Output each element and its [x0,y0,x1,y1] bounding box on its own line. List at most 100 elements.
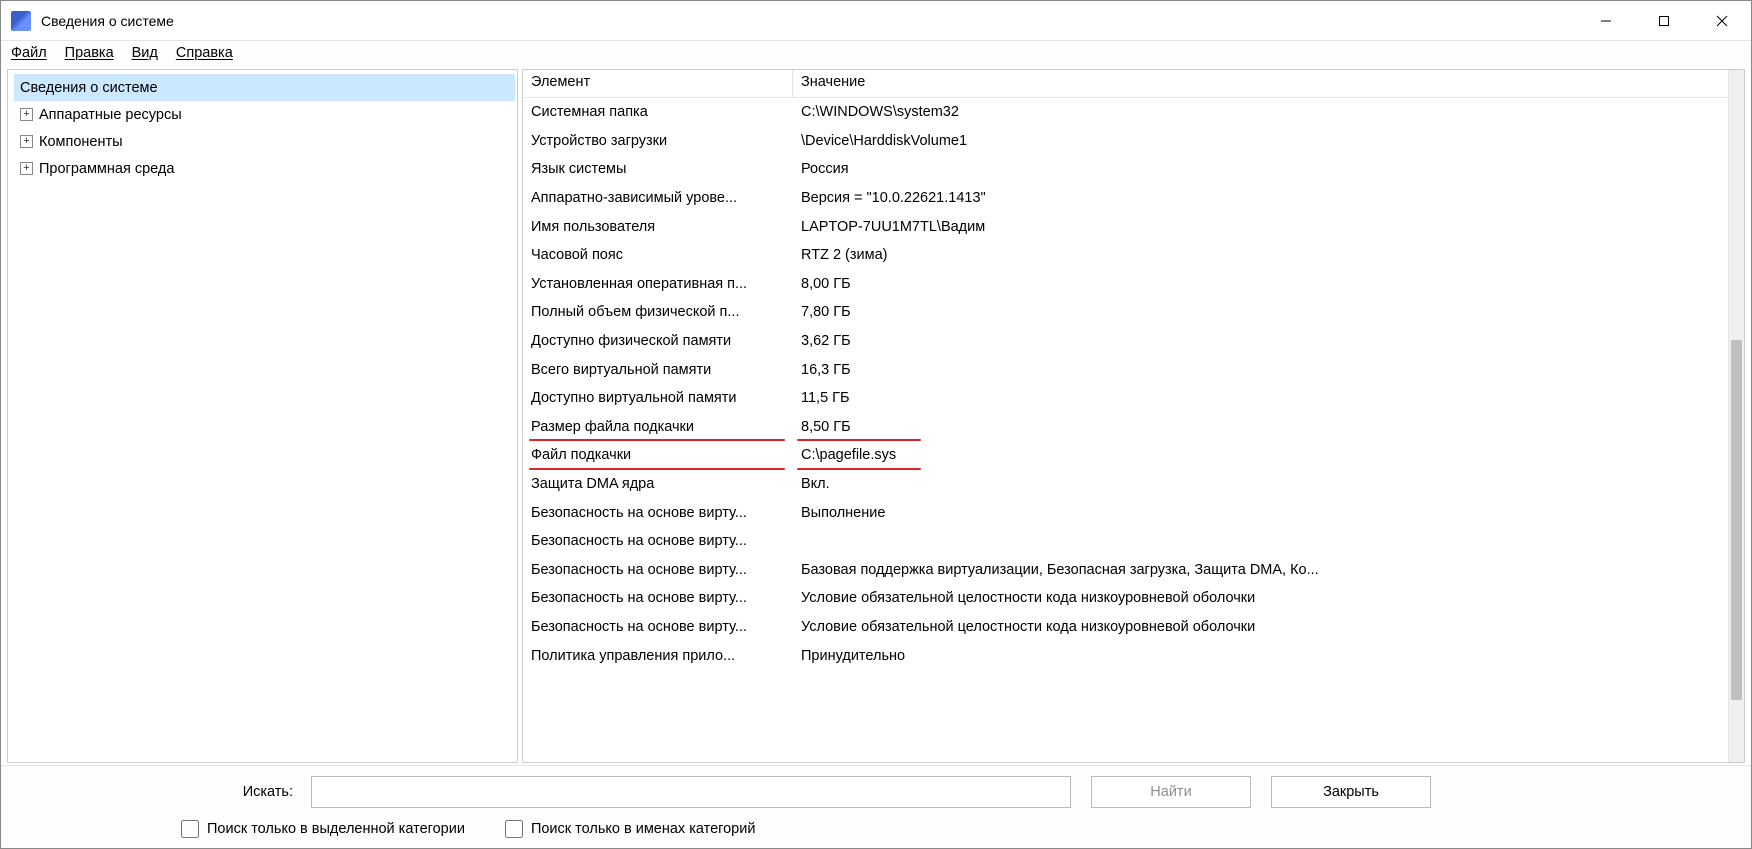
table-row[interactable]: Файл подкачкиC:\pagefile.sys [523,441,1728,470]
table-row[interactable]: Размер файла подкачки8,50 ГБ [523,413,1728,442]
row-key: Размер файла подкачки [523,417,793,437]
find-button[interactable]: Найти [1091,776,1251,808]
row-value: Выполнение [793,503,1728,523]
checkbox-label: Поиск только в выделенной категории [207,821,465,837]
row-key: Установленная оперативная п... [523,274,793,294]
table-row[interactable]: Устройство загрузки\Device\HarddiskVolum… [523,127,1728,156]
expand-icon[interactable]: + [20,135,33,148]
row-value: 8,50 ГБ [793,417,1728,437]
row-value: 7,80 ГБ [793,302,1728,322]
row-key: Защита DMA ядра [523,474,793,494]
row-key: Безопасность на основе вирту... [523,617,793,637]
tree-item-software-env[interactable]: + Программная среда [14,155,515,182]
row-value: 3,62 ГБ [793,331,1728,351]
close-search-button[interactable]: Закрыть [1271,776,1431,808]
row-key: Политика управления прило... [523,646,793,666]
table-row[interactable]: Безопасность на основе вирту...Выполнени… [523,498,1728,527]
table-row[interactable]: Безопасность на основе вирту...Условие о… [523,584,1728,613]
minimize-icon [1600,15,1612,27]
table-row[interactable]: Доступно физической памяти3,62 ГБ [523,327,1728,356]
row-key: Аппаратно-зависимый урове... [523,188,793,208]
row-value: Базовая поддержка виртуализации, Безопас… [793,560,1728,580]
table-row[interactable]: Аппаратно-зависимый урове...Версия = "10… [523,184,1728,213]
tree-root-item[interactable]: Сведения о системе [14,74,515,101]
maximize-icon [1658,15,1670,27]
row-value: 11,5 ГБ [793,388,1728,408]
row-value: C:\WINDOWS\system32 [793,102,1728,122]
search-label: Искать: [11,784,301,800]
search-bar: Искать: Найти Закрыть Поиск только в выд… [1,765,1751,848]
row-key: Всего виртуальной памяти [523,360,793,380]
expand-icon[interactable]: + [20,108,33,121]
expand-icon[interactable]: + [20,162,33,175]
close-button[interactable] [1693,1,1751,41]
row-value: C:\pagefile.sys [793,445,1728,465]
row-value: \Device\HarddiskVolume1 [793,131,1728,151]
table-row[interactable]: Установленная оперативная п...8,00 ГБ [523,270,1728,299]
table-row[interactable]: Полный объем физической п...7,80 ГБ [523,298,1728,327]
maximize-button[interactable] [1635,1,1693,41]
row-key: Часовой пояс [523,245,793,265]
row-value: Россия [793,159,1728,179]
table-row[interactable]: Политика управления прило...Принудительн… [523,641,1728,670]
row-value: 16,3 ГБ [793,360,1728,380]
window-controls [1577,1,1751,41]
minimize-button[interactable] [1577,1,1635,41]
search-input[interactable] [311,776,1071,808]
tree-root-label: Сведения о системе [20,80,158,96]
row-key: Имя пользователя [523,217,793,237]
row-key: Безопасность на основе вирту... [523,560,793,580]
tree-pane[interactable]: Сведения о системе + Аппаратные ресурсы … [7,69,518,763]
table-row[interactable]: Защита DMA ядраВкл. [523,470,1728,499]
row-key: Доступно виртуальной памяти [523,388,793,408]
table-row[interactable]: Имя пользователяLAPTOP-7UU1M7TL\Вадим [523,212,1728,241]
column-header-element[interactable]: Элемент [523,70,793,97]
tree-item-label: Компоненты [39,134,123,150]
row-value: Условие обязательной целостности кода ни… [793,617,1728,637]
row-value: Принудительно [793,646,1728,666]
checkbox-selected-category[interactable]: Поиск только в выделенной категории [181,820,465,838]
column-headers: Элемент Значение [523,70,1728,98]
checkbox-input[interactable] [181,820,199,838]
scrollbar-thumb[interactable] [1731,340,1742,700]
checkbox-label: Поиск только в именах категорий [531,821,756,837]
row-key: Безопасность на основе вирту... [523,588,793,608]
row-key: Устройство загрузки [523,131,793,151]
table-row[interactable]: Язык системыРоссия [523,155,1728,184]
menu-help[interactable]: Справка [176,45,233,61]
tree-item-components[interactable]: + Компоненты [14,128,515,155]
table-row[interactable]: Часовой поясRTZ 2 (зима) [523,241,1728,270]
menu-bar: Файл Правка Вид Справка [1,41,1751,67]
menu-file[interactable]: Файл [11,45,47,61]
vertical-scrollbar[interactable] [1728,70,1744,762]
table-row[interactable]: Безопасность на основе вирту...Условие о… [523,613,1728,642]
row-value: Вкл. [793,474,1728,494]
checkbox-input[interactable] [505,820,523,838]
row-value: RTZ 2 (зима) [793,245,1728,265]
table-row[interactable]: Доступно виртуальной памяти11,5 ГБ [523,384,1728,413]
row-value [793,539,1728,543]
tree-item-hardware[interactable]: + Аппаратные ресурсы [14,101,515,128]
app-icon [11,11,31,31]
titlebar: Сведения о системе [1,1,1751,41]
table-row[interactable]: Системная папкаC:\WINDOWS\system32 [523,98,1728,127]
close-icon [1716,15,1728,27]
window-title: Сведения о системе [41,13,174,29]
row-key: Язык системы [523,159,793,179]
row-key: Доступно физической памяти [523,331,793,351]
menu-edit[interactable]: Правка [65,45,114,61]
row-key: Файл подкачки [523,445,793,465]
table-row[interactable]: Безопасность на основе вирту... [523,527,1728,556]
column-header-value[interactable]: Значение [793,70,1728,97]
row-key: Безопасность на основе вирту... [523,503,793,523]
tree-item-label: Программная среда [39,161,174,177]
row-value: Версия = "10.0.22621.1413" [793,188,1728,208]
row-key: Системная папка [523,102,793,122]
tree-item-label: Аппаратные ресурсы [39,107,182,123]
row-key: Полный объем физической п... [523,302,793,322]
checkbox-category-names[interactable]: Поиск только в именах категорий [505,820,756,838]
row-value: 8,00 ГБ [793,274,1728,294]
menu-view[interactable]: Вид [132,45,158,61]
table-row[interactable]: Безопасность на основе вирту...Базовая п… [523,556,1728,585]
table-row[interactable]: Всего виртуальной памяти16,3 ГБ [523,355,1728,384]
